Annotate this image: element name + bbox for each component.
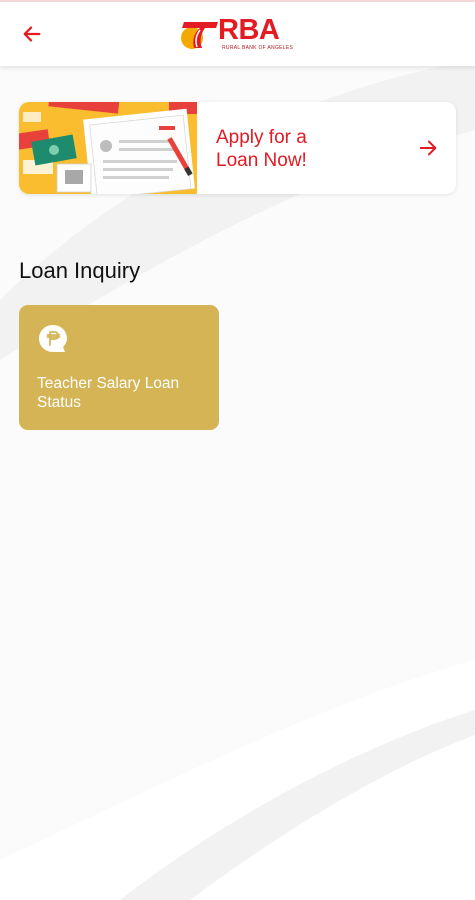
tile-label-line-1: Teacher Salary Loan — [37, 375, 180, 392]
arrow-left-icon — [23, 26, 41, 42]
logo-text: RBA — [218, 14, 280, 46]
peso-chat-icon — [39, 325, 67, 352]
apply-loan-banner[interactable]: Apply for a Loan Now! — [19, 102, 456, 194]
logo-mark-icon — [181, 22, 218, 49]
apply-line-1: Apply for a — [216, 127, 307, 148]
tile-label-line-2: Status — [37, 394, 81, 411]
tile-label: Teacher Salary Loan Status — [37, 374, 207, 412]
loan-inquiry-title: Loan Inquiry — [19, 258, 141, 283]
back-button[interactable] — [14, 16, 50, 52]
loan-application-illustration — [19, 102, 197, 194]
apply-line-2: Loan Now! — [216, 150, 307, 171]
screen: RBA RURAL BANK OF ANGELES Apply for a Lo… — [0, 0, 475, 900]
status-line — [0, 0, 475, 2]
teacher-salary-loan-status-tile[interactable]: Teacher Salary Loan Status — [19, 305, 219, 430]
app-header: RBA RURAL BANK OF ANGELES — [0, 0, 475, 66]
apply-loan-text: Apply for a Loan Now! — [216, 126, 386, 172]
logo-subtext: RURAL BANK OF ANGELES — [222, 45, 294, 51]
rba-logo: RBA RURAL BANK OF ANGELES — [178, 14, 298, 54]
arrow-right-icon — [419, 140, 437, 156]
